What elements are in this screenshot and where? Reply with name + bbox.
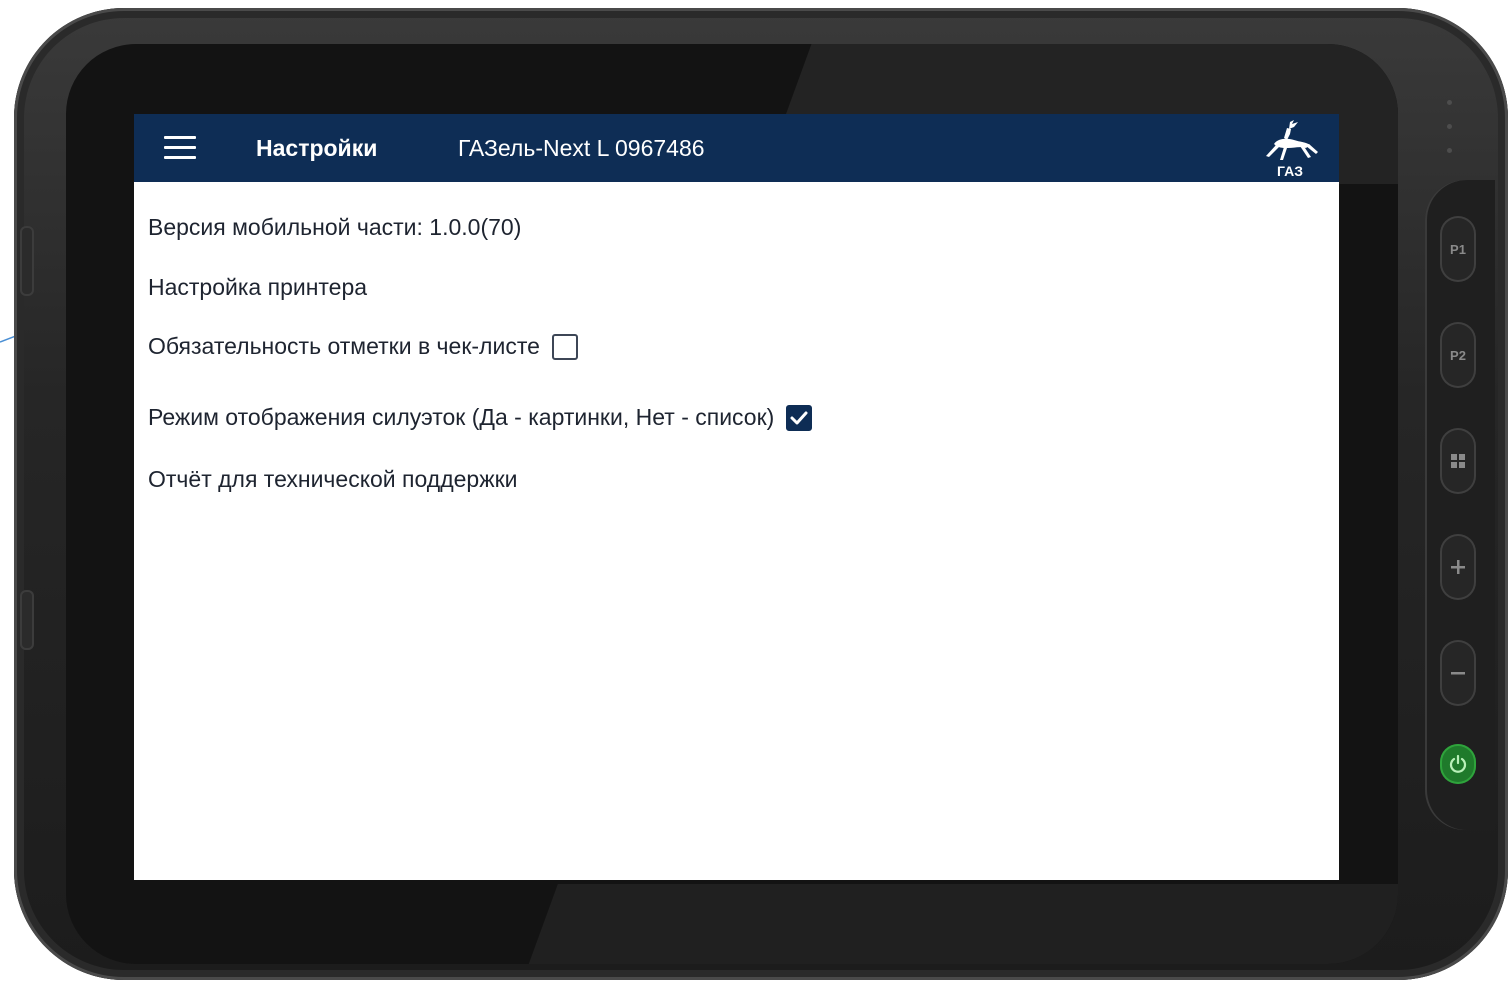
gaz-deer-logo-icon: ГАЗ	[1266, 120, 1318, 179]
power-button[interactable]	[1440, 744, 1476, 784]
sensor-dot	[1447, 100, 1452, 105]
volume-down-button[interactable]	[1440, 640, 1476, 706]
power-icon	[1449, 754, 1467, 773]
support-report-item[interactable]: Отчёт для технической поддержки	[148, 466, 518, 493]
p2-button[interactable]: P2	[1440, 322, 1476, 388]
silhouette-mode-checkbox[interactable]	[786, 404, 813, 431]
vehicle-title: ГАЗель-Next L 0967486	[458, 135, 705, 161]
page-title: Настройки	[256, 135, 378, 161]
svg-text:ГАЗ: ГАЗ	[1277, 163, 1303, 179]
windows-button[interactable]	[1440, 428, 1476, 494]
app-bar: Настройки ГАЗель-Next L 0967486 ГАЗ	[134, 114, 1339, 182]
checklist-required-checkbox[interactable]	[551, 333, 578, 360]
p1-button[interactable]: P1	[1440, 216, 1476, 282]
silhouette-mode-label: Режим отображения силуэток (Да - картинк…	[148, 404, 775, 430]
checklist-required-label: Обязательность отметки в чек-листе	[148, 333, 540, 359]
bezel-glare-bottom	[514, 884, 1398, 964]
minus-icon	[1451, 672, 1465, 675]
silhouette-mode-row: Режим отображения силуэток (Да - картинк…	[148, 404, 813, 431]
checklist-required-row: Обязательность отметки в чек-листе	[148, 333, 578, 360]
checkmark-icon	[790, 411, 808, 424]
left-side-button[interactable]	[20, 226, 34, 296]
sensor-dot	[1447, 124, 1452, 129]
version-text: Версия мобильной части: 1.0.0(70)	[148, 214, 522, 240]
left-side-button-lower[interactable]	[20, 590, 34, 650]
printer-settings-item[interactable]: Настройка принтера	[148, 274, 367, 301]
sensor-dot	[1447, 148, 1452, 153]
hamburger-menu-icon[interactable]	[162, 134, 198, 162]
plus-icon	[1451, 560, 1465, 574]
app-screen: Настройки ГАЗель-Next L 0967486 ГАЗ Верс…	[134, 114, 1339, 880]
windows-icon	[1451, 454, 1465, 468]
volume-up-button[interactable]	[1440, 534, 1476, 600]
